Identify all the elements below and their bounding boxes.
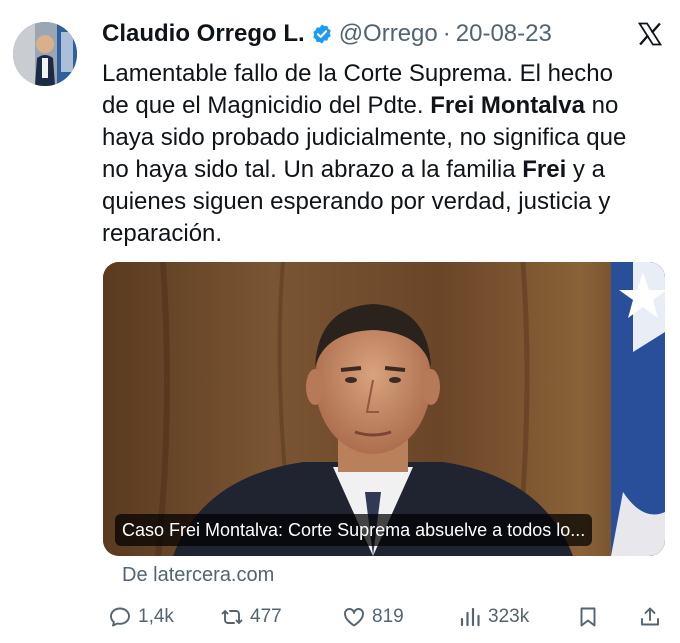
card-source-link[interactable]: De latercera.com <box>122 564 274 587</box>
avatar-photo <box>13 22 77 86</box>
tweet-text-line: Lamentable fallo de la Corte Suprema. El… <box>102 60 613 87</box>
bold-text: Frei Montalva <box>430 92 585 119</box>
reply-button[interactable]: 1,4k <box>108 602 174 632</box>
like-button[interactable]: 819 <box>342 602 404 632</box>
tweet-text-line: haya sido probado judicialmente, no sign… <box>102 124 627 151</box>
tweet-text-line: no haya sido tal. Un abrazo a la familia… <box>102 156 605 183</box>
bookmark-button[interactable] <box>576 602 600 632</box>
link-card[interactable]: Caso Frei Montalva: Corte Suprema absuel… <box>103 262 665 556</box>
author-name[interactable]: Claudio Orrego L. <box>102 20 305 48</box>
repost-button[interactable]: 477 <box>220 602 282 632</box>
tweet-text: Lamentable fallo de la Corte Suprema. El… <box>102 58 672 250</box>
card-title: Caso Frei Montalva: Corte Suprema absuel… <box>115 514 593 546</box>
tweet-text-line: quienes siguen esperando por verdad, jus… <box>102 188 611 215</box>
repost-icon <box>221 610 243 624</box>
share-icon <box>641 607 659 626</box>
bookmark-icon <box>580 607 596 627</box>
card-photo <box>103 262 665 556</box>
author-handle[interactable]: @Orrego <box>339 20 438 48</box>
heart-icon <box>344 608 364 627</box>
verified-badge-icon <box>312 24 331 44</box>
views-button[interactable]: 323k <box>458 602 529 632</box>
tweet-date[interactable]: 20-08-23 <box>456 20 552 48</box>
repost-count: 477 <box>250 606 282 627</box>
avatar[interactable] <box>13 22 77 86</box>
bold-text: Frei <box>522 156 567 183</box>
reply-count: 1,4k <box>138 606 174 627</box>
like-count: 819 <box>372 606 404 627</box>
views-icon <box>460 607 480 627</box>
tweet-text-line: de que el Magnicidio del Pdte. Frei Mont… <box>102 92 619 119</box>
x-logo-icon <box>637 22 663 46</box>
views-count: 323k <box>488 606 530 627</box>
reply-icon <box>110 607 130 627</box>
share-button[interactable] <box>638 602 662 632</box>
tweet-text-line: reparación. <box>102 220 223 247</box>
separator: · <box>442 20 451 47</box>
tweet-actions: 1,4k 477 819 323k <box>108 602 666 632</box>
tweet-header: Claudio Orrego L. @Orrego · 20-08-23 <box>102 18 552 50</box>
